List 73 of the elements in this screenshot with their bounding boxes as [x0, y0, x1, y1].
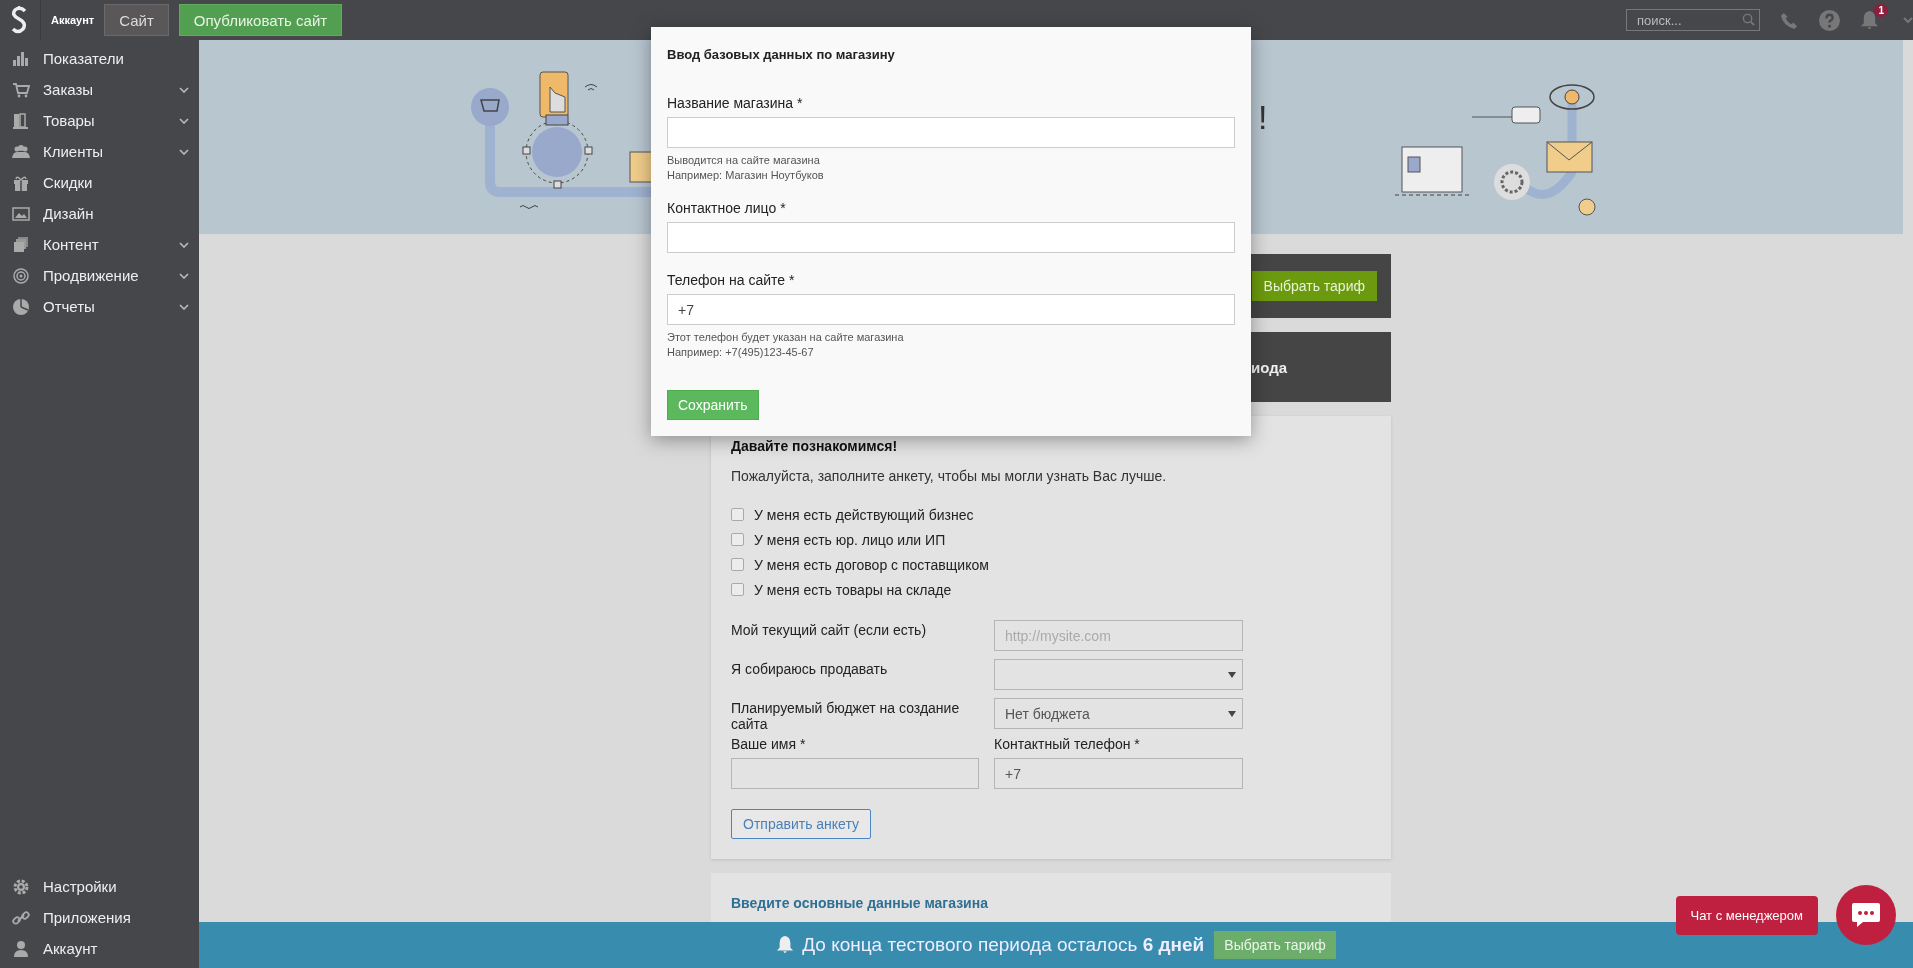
- field-hint: Этот телефон будет указан на сайте магазина: [667, 331, 905, 343]
- pie-chart-icon: [12, 297, 30, 316]
- sidebar-item[interactable]: Скидки: [0, 167, 199, 198]
- input-field[interactable]: +7: [667, 294, 1235, 325]
- chevron-icon: [1903, 17, 1913, 23]
- sidebar-item[interactable]: Товары: [0, 105, 199, 136]
- search-field[interactable]: поиск...: [1626, 9, 1760, 31]
- sidebar-item[interactable]: Контент: [0, 229, 199, 260]
- checkbox-label: У меня есть товары на складе: [754, 581, 952, 598]
- phone-field[interactable]: +7: [994, 758, 1243, 789]
- chat-button[interactable]: Чат с менеджером: [1675, 895, 1818, 935]
- store-card-title: Введите основные данные магазина: [731, 895, 989, 911]
- checkbox[interactable]: [731, 508, 744, 521]
- sidebar-item[interactable]: Дизайн: [0, 198, 199, 229]
- picture-icon: [12, 204, 30, 223]
- checkbox-label: У меня есть действующий бизнес: [754, 506, 974, 523]
- banner-heading: !: [1258, 97, 1268, 137]
- sidebar-item[interactable]: Настройки: [0, 871, 199, 902]
- chat-bubble-icon: [1851, 902, 1881, 928]
- checkbox[interactable]: [731, 533, 744, 546]
- field-hint: Например: +7(495)123-45-67: [667, 346, 815, 358]
- settings-icon: [12, 877, 30, 896]
- dialog-title: Ввод базовых данных по магазину: [667, 47, 896, 62]
- sidebar-item[interactable]: Отчеты: [0, 291, 199, 322]
- cart-icon: [12, 80, 30, 99]
- account-label[interactable]: Аккаунт: [51, 14, 95, 26]
- stack-icon: [12, 235, 30, 254]
- field-hint: Например: Магазин Ноутбуков: [667, 169, 825, 181]
- input-field[interactable]: [667, 117, 1235, 148]
- dropdown-field[interactable]: Нет бюджета: [994, 698, 1243, 729]
- search-icon: [1742, 13, 1755, 26]
- sidebar-item[interactable]: Клиенты: [0, 136, 199, 167]
- person-icon: [12, 939, 30, 958]
- link-icon: [12, 908, 30, 927]
- field-hint: Выводится на сайте магазина: [667, 154, 821, 166]
- sidebar-item[interactable]: Показатели: [0, 43, 199, 74]
- checkbox[interactable]: [731, 583, 744, 596]
- sidebar-item[interactable]: Аккаунт: [0, 933, 199, 964]
- field-label: Планируемый бюджет на создание сайта: [731, 699, 961, 732]
- sidebar-item[interactable]: Продвижение: [0, 260, 199, 291]
- field-label: Ваше имя *: [731, 735, 807, 752]
- dropdown-field[interactable]: [994, 659, 1243, 690]
- field-label: Контактный телефон *: [994, 735, 1141, 752]
- sidebar-item[interactable]: Заказы: [0, 74, 199, 105]
- checkbox-label: У меня есть договор с поставщиком: [754, 556, 989, 573]
- bar-chart-icon: [12, 49, 30, 68]
- site-button[interactable]: Сайт: [104, 4, 169, 36]
- bell-icon: [1860, 9, 1879, 31]
- field-label: Контактное лицо *: [667, 200, 787, 216]
- field-label: Телефон на сайте *: [667, 272, 796, 288]
- checkbox[interactable]: [731, 558, 744, 571]
- sidebar-item[interactable]: Приложения: [0, 902, 199, 933]
- field-label: Мой текущий сайт (если есть): [731, 621, 928, 638]
- people-icon: [12, 142, 30, 161]
- books-icon: [12, 111, 30, 130]
- survey-intro: Пожалуйста, заполните анкету, чтобы мы могли узнать Вас лучше.: [731, 468, 1168, 484]
- trial-message: До конца тестового периода осталось 6 дней: [802, 934, 1205, 956]
- survey-title: Давайте познакомимся!: [731, 438, 899, 454]
- target-icon: [12, 266, 30, 285]
- field-label: Я собираюсь продавать: [731, 660, 889, 677]
- name-field[interactable]: [731, 758, 979, 789]
- caret-icon: [1228, 671, 1236, 678]
- checkbox-label: У меня есть юр. лицо или ИП: [754, 531, 946, 548]
- help-icon: [1819, 9, 1840, 31]
- notification-badge: 1: [1874, 3, 1888, 17]
- submit-survey-button[interactable]: Отправить анкету: [731, 809, 871, 839]
- phone-icon: [1780, 10, 1799, 30]
- bell-icon: [776, 935, 795, 955]
- gift-icon: [12, 173, 30, 192]
- caret-icon: [1228, 710, 1236, 717]
- field-label: Название магазина *: [667, 95, 804, 111]
- trial-card-title: иода: [1251, 358, 1288, 376]
- input-field[interactable]: [667, 222, 1235, 253]
